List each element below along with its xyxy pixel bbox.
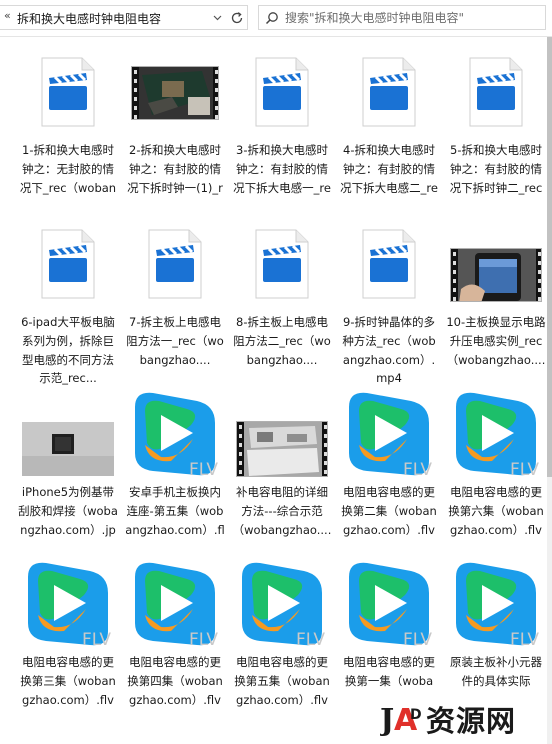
image-thumbnail (18, 386, 118, 482)
flv-badge: FLV (403, 460, 432, 479)
flv-badge: FLV (296, 630, 325, 649)
file-tile[interactable]: 6-ipad大平板电脑系列为例，拆除巨型电感的不同方法示范_rec... (18, 216, 126, 385)
file-tile[interactable]: 10-主板换显示电路升压电感实例_rec（wobangzhao.... (446, 216, 552, 384)
file-tile[interactable]: 8-拆主板上电感电阻方法二_rec（wobangzhao.... (232, 216, 340, 384)
breadcrumb-overflow-icon[interactable]: « (4, 9, 11, 22)
flv-file-icon: FLV (18, 556, 118, 652)
file-tile[interactable]: FLV 电阻电容电感的更换第三集（wobangzhao.com）.flv (18, 556, 126, 724)
file-tile[interactable]: FLV 电阻电容电感的更换第五集（wobangzhao.com）.flv (232, 556, 340, 724)
file-tile[interactable]: 5-拆和换大电感时钟之：有封胶的情况下拆时钟二_rec（woba... (446, 44, 552, 212)
file-tile[interactable]: 补电容电阻的详细方法---综合示范（wobangzhao.... (232, 386, 340, 554)
file-name: 电阻电容电感的更换第二集（wobangzhao.com）.flv (341, 485, 437, 537)
flv-badge: FLV (510, 630, 539, 649)
svg-text:J: J (380, 703, 394, 737)
file-name: 补电容电阻的详细方法---综合示范（wobangzhao.... (232, 485, 332, 537)
file-tile[interactable]: 2-拆和换大电感时钟之：有封胶的情况下拆时钟一(1)_rec（wo... (125, 44, 233, 212)
file-name: 原装主板补小元器件的具体实际 (450, 655, 542, 688)
flv-badge: FLV (189, 630, 218, 649)
file-name: 5-拆和换大电感时钟之：有封胶的情况下拆时钟二_rec（woba... (449, 143, 543, 195)
video-file-icon (232, 44, 332, 140)
video-file-icon (125, 216, 225, 312)
flv-file-icon: FLV (339, 556, 439, 652)
flv-file-icon: FLV (339, 386, 439, 482)
video-file-icon (339, 44, 439, 140)
breadcrumb-current-folder[interactable]: 拆和换大电感时钟电阻电容 (17, 10, 161, 27)
file-name: 安卓手机主板换内连座-第五集（wobangzhao.com）.flv (125, 485, 225, 537)
address-toolbar: « 拆和换大电感时钟电阻电容 (0, 0, 552, 37)
search-icon (265, 10, 279, 29)
flv-file-icon: FLV (446, 556, 546, 652)
file-name: 8-拆主板上电感电阻方法二_rec（wobangzhao.... (233, 315, 331, 367)
file-tile[interactable]: FLV 电阻电容电感的更换第六集（wobangzhao.com）.flv (446, 386, 552, 554)
svg-text:D: D (410, 707, 422, 723)
watermark: J A D 资源网 (377, 693, 550, 741)
file-name: 6-ipad大平板电脑系列为例，拆除巨型电感的不同方法示范_rec... (21, 315, 115, 386)
file-name: 电阻电容电感的更换第三集（wobangzhao.com）.flv (20, 655, 116, 707)
file-name: 10-主板换显示电路升压电感实例_rec（wobangzhao.... (446, 315, 546, 367)
video-file-icon (18, 216, 118, 312)
file-name: 3-拆和换大电感时钟之：有封胶的情况下拆大电感一_rec（wo... (233, 143, 331, 195)
search-input[interactable] (285, 9, 543, 26)
flv-badge: FLV (189, 460, 218, 479)
file-tile[interactable]: FLV 电阻电容电感的更换第四集（wobangzhao.com）.flv (125, 556, 233, 724)
video-file-icon (339, 216, 439, 312)
file-name: 电阻电容电感的更换第五集（wobangzhao.com）.flv (234, 655, 330, 707)
file-name: 9-拆时钟晶体的多种方法_rec（wobangzhao.com）.mp4 (342, 315, 436, 386)
address-bar[interactable]: « 拆和换大电感时钟电阻电容 (0, 5, 248, 30)
file-tile[interactable]: FLV 安卓手机主板换内连座-第五集（wobangzhao.com）.flv (125, 386, 233, 554)
file-name: 1-拆和换大电感时钟之：无封胶的情况下_rec（wobangzhao.... (19, 143, 117, 195)
file-tile[interactable]: 1-拆和换大电感时钟之：无封胶的情况下_rec（wobangzhao.... (18, 44, 126, 212)
video-thumbnail (232, 386, 332, 482)
search-box[interactable] (258, 5, 546, 30)
video-thumbnail (446, 216, 546, 312)
refresh-icon[interactable] (228, 9, 246, 27)
video-file-icon (18, 44, 118, 140)
file-tile[interactable]: 3-拆和换大电感时钟之：有封胶的情况下拆大电感一_rec（wo... (232, 44, 340, 212)
file-tile[interactable]: 9-拆时钟晶体的多种方法_rec（wobangzhao.com）.mp4 (339, 216, 447, 385)
file-name: 2-拆和换大电感时钟之：有封胶的情况下拆时钟一(1)_rec（wo... (127, 143, 223, 195)
chevron-down-icon[interactable] (210, 10, 224, 26)
flv-file-icon: FLV (125, 556, 225, 652)
file-tile[interactable]: iPhone5为例基带刮胶和焊接（wobangzhao.com）.jpg (18, 386, 126, 554)
file-name: 4-拆和换大电感时钟之：有封胶的情况下拆大电感二_rec（wo... (340, 143, 438, 195)
video-thumbnail (125, 44, 225, 140)
file-tile[interactable]: 4-拆和换大电感时钟之：有封胶的情况下拆大电感二_rec（wo... (339, 44, 447, 212)
file-name: 7-拆主板上电感电阻方法一_rec（wobangzhao.... (126, 315, 224, 367)
watermark-logo: J A D (377, 699, 424, 741)
file-grid: 1-拆和换大电感时钟之：无封胶的情况下_rec（wobangzhao.... 2… (18, 44, 552, 744)
video-file-icon (446, 44, 546, 140)
file-tile[interactable]: 7-拆主板上电感电阻方法一_rec（wobangzhao.... (125, 216, 233, 384)
flv-badge: FLV (403, 630, 432, 649)
file-name: 电阻电容电感的更换第一集（woba (343, 655, 435, 688)
video-file-icon (232, 216, 332, 312)
flv-file-icon: FLV (125, 386, 225, 482)
flv-file-icon: FLV (446, 386, 546, 482)
file-tile[interactable]: FLV 电阻电容电感的更换第二集（wobangzhao.com）.flv (339, 386, 447, 554)
file-name: iPhone5为例基带刮胶和焊接（wobangzhao.com）.jpg (18, 485, 118, 537)
flv-badge: FLV (82, 630, 111, 649)
watermark-text: 资源网 (426, 704, 517, 738)
flv-file-icon: FLV (232, 556, 332, 652)
flv-badge: FLV (510, 460, 539, 479)
file-name: 电阻电容电感的更换第四集（wobangzhao.com）.flv (127, 655, 223, 707)
file-name: 电阻电容电感的更换第六集（wobangzhao.com）.flv (448, 485, 544, 537)
